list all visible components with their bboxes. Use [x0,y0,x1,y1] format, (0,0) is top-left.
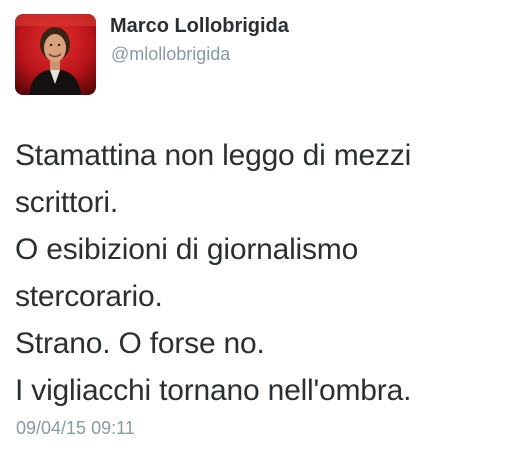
tweet-text: Stamattina non leggo di mezzi scrittori.… [15,132,515,414]
tweet-text-line: Stamattina non leggo di mezzi [15,139,412,172]
author-name[interactable]: Marco Lollobrigida [110,15,289,38]
tweet-text-line: scrittori. [15,186,119,219]
author-handle[interactable]: @mlollobrigida [111,44,230,65]
tweet-text-line: stercorario. [15,280,163,313]
tweet-timestamp[interactable]: 09/04/15 09:11 [16,418,135,439]
tweet-text-line: O esibizioni di giornalismo [15,233,359,266]
author-avatar[interactable] [15,14,96,95]
tweet-text-line: Strano. O forse no. [15,327,265,360]
tweet-text-line: I vigliacchi tornano nell'ombra. [15,374,412,407]
avatar-image [15,14,96,95]
tweet-card: Marco Lollobrigida @mlollobrigida Stamat… [0,0,532,460]
